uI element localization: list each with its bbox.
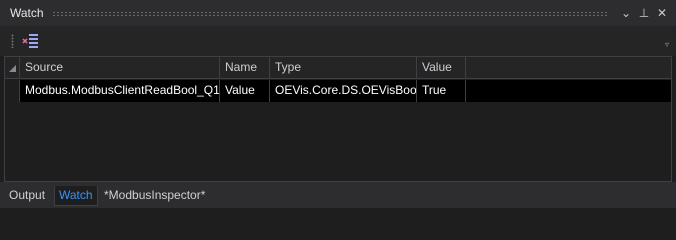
cell-value[interactable]: True <box>417 80 466 102</box>
column-header-name[interactable]: Name <box>220 57 270 78</box>
pin-icon[interactable]: ⊥ <box>636 6 652 20</box>
titlebar-grip[interactable] <box>51 10 608 16</box>
cell-source[interactable]: Modbus.ModbusClientReadBool_Q1 <box>20 80 220 102</box>
watch-grid: Source Name Type Value Modbus.ModbusClie… <box>4 56 672 182</box>
cell-name[interactable]: Value <box>220 80 270 102</box>
grid-header: Source Name Type Value <box>5 57 671 79</box>
toolbar-overflow-icon[interactable]: ▿ <box>665 40 669 49</box>
tab-modbus-inspector[interactable]: *ModbusInspector* <box>100 186 209 206</box>
table-row[interactable]: Modbus.ModbusClientReadBool_Q1 Value OEV… <box>5 80 671 102</box>
row-filler <box>466 80 671 102</box>
bottom-tabbar: Output Watch *ModbusInspector* <box>0 182 676 208</box>
clear-list-icon[interactable] <box>22 32 40 50</box>
select-all-corner[interactable] <box>5 57 20 79</box>
column-header-type[interactable]: Type <box>270 57 417 78</box>
row-header[interactable] <box>5 80 20 102</box>
column-header-value[interactable]: Value <box>417 57 466 78</box>
tab-watch[interactable]: Watch <box>54 186 98 206</box>
chevron-down-icon[interactable]: ⌄ <box>618 6 634 20</box>
watch-toolbar: ▿ <box>0 26 676 56</box>
toolbar-grip[interactable] <box>11 34 14 48</box>
tab-output[interactable]: Output <box>5 186 49 206</box>
cell-type[interactable]: OEVis.Core.DS.OEVisBools <box>270 80 417 102</box>
column-header-source[interactable]: Source <box>20 57 220 78</box>
close-icon[interactable]: ✕ <box>654 6 670 20</box>
panel-titlebar: Watch ⌄ ⊥ ✕ <box>0 0 676 26</box>
panel-title: Watch <box>10 6 44 20</box>
